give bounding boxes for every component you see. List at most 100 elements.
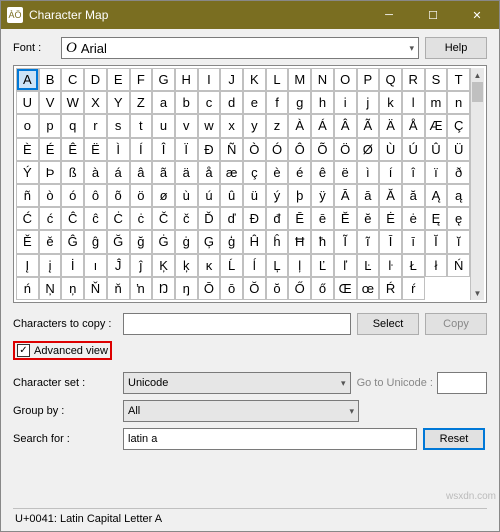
char-cell[interactable]: Î (152, 138, 175, 161)
char-cell[interactable]: Í (130, 138, 153, 161)
char-cell[interactable]: Č (152, 207, 175, 230)
char-cell[interactable]: Ò (243, 138, 266, 161)
char-cell[interactable]: Ň (84, 277, 107, 300)
char-cell[interactable]: Ĵ (107, 254, 130, 277)
char-cell[interactable]: ģ (220, 230, 243, 253)
char-cell[interactable]: Ņ (39, 277, 62, 300)
char-cell[interactable]: ŀ (379, 254, 402, 277)
char-cell[interactable]: Ü (447, 138, 470, 161)
char-cell[interactable]: Ì (107, 138, 130, 161)
char-cell[interactable]: U (16, 91, 39, 114)
char-cell[interactable]: F (130, 68, 153, 91)
char-cell[interactable]: ŕ (402, 277, 425, 300)
char-cell[interactable]: Z (130, 91, 153, 114)
char-cell[interactable]: l (402, 91, 425, 114)
char-cell[interactable]: Ę (425, 207, 448, 230)
char-cell[interactable]: Ñ (220, 138, 243, 161)
char-cell[interactable]: û (220, 184, 243, 207)
char-cell[interactable]: ß (61, 161, 84, 184)
char-cell[interactable]: E (107, 68, 130, 91)
char-cell[interactable]: Á (311, 114, 334, 137)
char-cell[interactable]: Ó (266, 138, 289, 161)
scroll-down-icon[interactable]: ▼ (471, 286, 484, 300)
characters-to-copy-input[interactable] (123, 313, 351, 335)
char-cell[interactable]: Ģ (198, 230, 221, 253)
char-cell[interactable]: Ġ (152, 230, 175, 253)
char-cell[interactable]: Ĭ (425, 230, 448, 253)
char-cell[interactable]: Ø (357, 138, 380, 161)
font-combobox[interactable]: O Arial ▾ (61, 37, 419, 59)
char-cell[interactable]: Ã (357, 114, 380, 137)
char-cell[interactable]: ĕ (357, 207, 380, 230)
char-cell[interactable]: R (402, 68, 425, 91)
char-cell[interactable]: ã (152, 161, 175, 184)
char-cell[interactable]: b (175, 91, 198, 114)
char-cell[interactable]: T (447, 68, 470, 91)
help-button[interactable]: Help (425, 37, 487, 59)
char-cell[interactable]: Ê (61, 138, 84, 161)
scroll-up-icon[interactable]: ▲ (471, 68, 484, 82)
char-cell[interactable]: G (152, 68, 175, 91)
char-cell[interactable]: ē (311, 207, 334, 230)
char-cell[interactable]: Ā (334, 184, 357, 207)
charset-combobox[interactable]: Unicode ▾ (123, 372, 351, 394)
grid-scrollbar[interactable]: ▲ ▼ (470, 68, 484, 300)
char-cell[interactable]: Ç (447, 114, 470, 137)
char-cell[interactable]: ī (402, 230, 425, 253)
char-cell[interactable]: Œ (334, 277, 357, 300)
char-cell[interactable]: Ŏ (243, 277, 266, 300)
char-cell[interactable]: I (198, 68, 221, 91)
char-cell[interactable]: z (266, 114, 289, 137)
character-grid[interactable]: ABCDEFGHIJKLMNOPQRSTUVWXYZabcdefghijklmn… (16, 68, 470, 300)
char-cell[interactable]: ñ (16, 184, 39, 207)
char-cell[interactable]: Ï (175, 138, 198, 161)
char-cell[interactable]: Ô (288, 138, 311, 161)
char-cell[interactable]: H (175, 68, 198, 91)
char-cell[interactable]: M (288, 68, 311, 91)
char-cell[interactable]: ŉ (130, 277, 153, 300)
char-cell[interactable]: á (107, 161, 130, 184)
char-cell[interactable]: Ĉ (61, 207, 84, 230)
char-cell[interactable]: þ (288, 184, 311, 207)
char-cell[interactable]: À (288, 114, 311, 137)
char-cell[interactable]: j (357, 91, 380, 114)
char-cell[interactable]: ě (39, 230, 62, 253)
char-cell[interactable]: e (243, 91, 266, 114)
char-cell[interactable]: ċ (130, 207, 153, 230)
char-cell[interactable]: X (84, 91, 107, 114)
char-cell[interactable]: Ð (198, 138, 221, 161)
char-cell[interactable]: ĉ (84, 207, 107, 230)
char-cell[interactable]: Ú (402, 138, 425, 161)
char-cell[interactable]: ê (311, 161, 334, 184)
char-cell[interactable]: h (311, 91, 334, 114)
char-cell[interactable]: V (39, 91, 62, 114)
char-cell[interactable]: ķ (175, 254, 198, 277)
char-cell[interactable]: Ù (379, 138, 402, 161)
char-cell[interactable]: f (266, 91, 289, 114)
char-cell[interactable]: Q (379, 68, 402, 91)
char-cell[interactable]: C (61, 68, 84, 91)
char-cell[interactable]: Ī (379, 230, 402, 253)
char-cell[interactable]: ľ (334, 254, 357, 277)
char-cell[interactable]: Ķ (152, 254, 175, 277)
char-cell[interactable]: É (39, 138, 62, 161)
char-cell[interactable]: Ŀ (357, 254, 380, 277)
char-cell[interactable]: Ď (198, 207, 221, 230)
char-cell[interactable]: Ě (16, 230, 39, 253)
char-cell[interactable]: đ (266, 207, 289, 230)
char-cell[interactable]: A (16, 68, 39, 91)
char-cell[interactable]: B (39, 68, 62, 91)
char-cell[interactable]: Ö (334, 138, 357, 161)
char-cell[interactable]: Ĝ (61, 230, 84, 253)
char-cell[interactable]: v (175, 114, 198, 137)
char-cell[interactable]: à (84, 161, 107, 184)
char-cell[interactable]: Æ (425, 114, 448, 137)
char-cell[interactable]: ń (16, 277, 39, 300)
close-button[interactable]: ✕ (455, 1, 499, 29)
char-cell[interactable]: ł (425, 254, 448, 277)
char-cell[interactable]: Û (425, 138, 448, 161)
char-cell[interactable]: Ý (16, 161, 39, 184)
char-cell[interactable]: ę (447, 207, 470, 230)
char-cell[interactable]: ı (84, 254, 107, 277)
char-cell[interactable]: Õ (311, 138, 334, 161)
